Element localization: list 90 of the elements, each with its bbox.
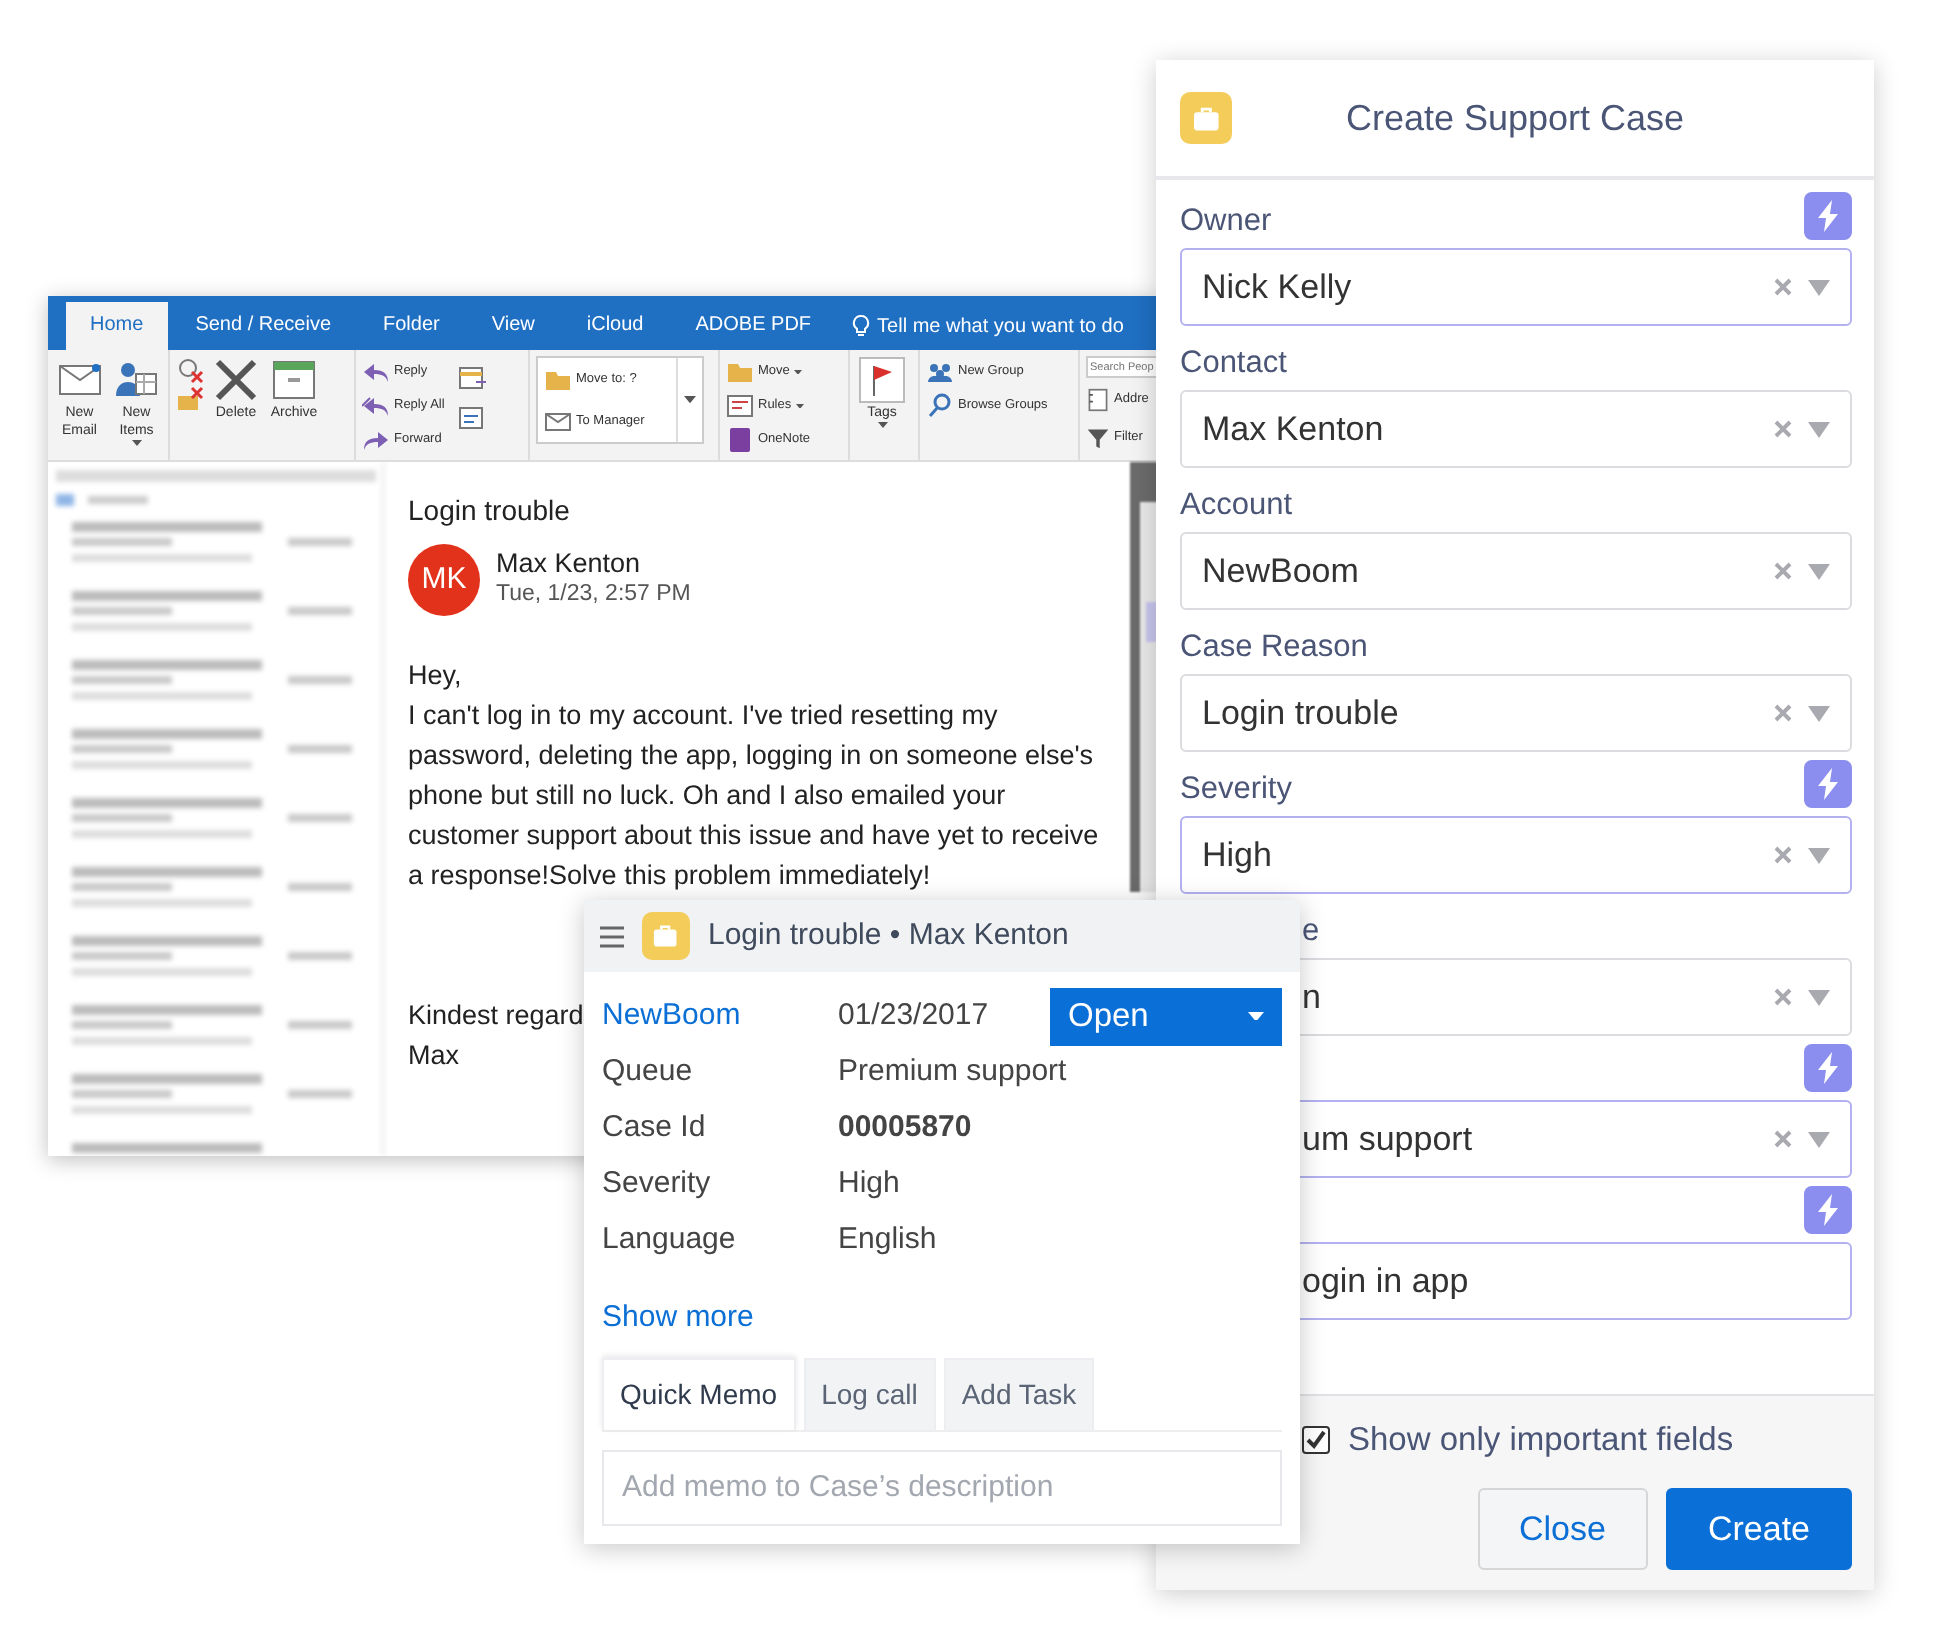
caret-icon <box>1808 1131 1830 1147</box>
email-text: Max <box>408 1038 460 1074</box>
show-more-link[interactable]: Show more <box>602 1296 754 1341</box>
flag-icon <box>858 356 906 404</box>
ignore-icon <box>176 356 204 384</box>
select-field[interactable]: High <box>1180 816 1852 894</box>
case-title: Login trouble • Max Kenton <box>708 915 1069 956</box>
detail-label: Queue <box>602 1051 695 1092</box>
caret-icon <box>1808 421 1830 437</box>
field-label: Case Reason <box>1180 630 1368 666</box>
detail-value: English <box>838 1219 937 1260</box>
detail-value: Premium support <box>838 1051 1067 1092</box>
caret-icon <box>684 396 696 404</box>
ribbon-tab[interactable]: Home <box>66 302 168 350</box>
select-field[interactable]: Nick Kelly <box>1180 248 1852 326</box>
caret-icon <box>1808 847 1830 863</box>
search-icon <box>926 392 954 420</box>
filter-icon <box>1086 426 1110 450</box>
select-field[interactable]: NewBoom <box>1180 532 1852 610</box>
notebook-icon <box>726 426 754 454</box>
ribbon-tab[interactable]: View <box>467 302 559 350</box>
lightning-icon <box>1804 760 1852 808</box>
forward-icon <box>362 426 390 454</box>
field-label: Account <box>1180 488 1293 524</box>
caret-icon <box>1808 563 1830 579</box>
sender-avatar: MK <box>408 544 480 616</box>
lightning-icon <box>1804 1044 1852 1092</box>
clear-icon <box>1774 420 1792 438</box>
lightning-icon <box>1804 192 1852 240</box>
caret-icon <box>1248 1011 1264 1021</box>
address-book-icon <box>1086 388 1110 412</box>
field-label: Severity <box>1180 772 1292 808</box>
clear-icon <box>1774 1130 1792 1148</box>
tell-me-search[interactable]: Tell me what you want to do <box>877 311 1124 341</box>
briefcase-icon <box>642 912 690 960</box>
detail-label: Severity <box>602 1163 713 1204</box>
create-button[interactable]: Create <box>1665 1487 1852 1570</box>
junk-icon <box>176 386 204 414</box>
case-date: 01/23/2017 <box>838 995 989 1036</box>
email-subject: Login trouble <box>408 492 572 530</box>
archive-icon <box>270 356 318 404</box>
account-link[interactable]: NewBoom <box>602 993 838 1039</box>
checkbox-label: Show only important fields <box>1348 1420 1734 1462</box>
ribbon-tab[interactable]: ADOBE PDF <box>671 302 836 350</box>
email-text: I can't log in to my account. I've tried resetting my password, deleting the app, logging in on someone else's phone but still no luck. Oh and I also emailed your customer support about this issue and have yet to receive a response!Solve this problem immediately! <box>408 698 1101 894</box>
dialog-title: Create Support Case <box>1343 95 1687 142</box>
people-group-icon <box>926 358 954 386</box>
reply-icon <box>362 358 390 386</box>
email-text: Hey, <box>408 658 462 694</box>
email-text: Kindest regard <box>408 998 584 1034</box>
ribbon-tab[interactable]: Folder <box>359 302 464 350</box>
ribbon-tab[interactable]: Send / Receive <box>171 302 356 350</box>
sender-name: Max Kenton <box>496 547 643 578</box>
clear-icon <box>1774 562 1792 580</box>
email-date: Tue, 1/23, 2:57 PM <box>496 579 691 610</box>
detail-label: Language <box>602 1219 738 1260</box>
field-label: e <box>1302 914 1320 950</box>
delete-icon <box>212 356 260 404</box>
caret-icon <box>1808 989 1830 1005</box>
briefcase-icon <box>1180 92 1232 144</box>
status-dropdown[interactable]: Open <box>1050 987 1282 1045</box>
envelope-icon <box>544 407 572 435</box>
detail-value: 00005870 <box>838 1107 972 1148</box>
list-icon <box>726 392 754 420</box>
memo-field[interactable]: Add memo to Case’s description <box>602 1449 1282 1525</box>
clear-icon <box>1774 846 1792 864</box>
detail-value: High <box>838 1163 900 1204</box>
folder-icon <box>726 358 754 386</box>
field-label: Contact <box>1180 346 1287 382</box>
ribbon-tab[interactable]: iCloud <box>562 302 668 350</box>
caret-icon <box>1808 279 1830 295</box>
more-icon <box>458 404 487 432</box>
select-field[interactable]: Max Kenton <box>1180 390 1852 468</box>
caret-icon <box>1808 705 1830 721</box>
field-label: Owner <box>1180 204 1272 240</box>
menu-icon <box>600 925 624 947</box>
reply-all-icon <box>362 392 390 420</box>
lightning-icon <box>1804 1186 1852 1234</box>
close-button[interactable]: Close <box>1477 1487 1648 1570</box>
memo-tab[interactable]: Quick Memo <box>602 1357 796 1429</box>
select-field[interactable]: Login trouble <box>1180 674 1852 752</box>
memo-tab[interactable]: Add Task <box>943 1357 1095 1429</box>
lightbulb-icon <box>851 314 870 338</box>
memo-tab[interactable]: Log call <box>803 1357 936 1429</box>
clear-icon <box>1774 278 1792 296</box>
detail-label: Case Id <box>602 1107 708 1148</box>
checkbox[interactable] <box>1302 1426 1330 1455</box>
meeting-icon <box>458 364 487 392</box>
clear-icon <box>1774 988 1792 1006</box>
clear-icon <box>1774 704 1792 722</box>
